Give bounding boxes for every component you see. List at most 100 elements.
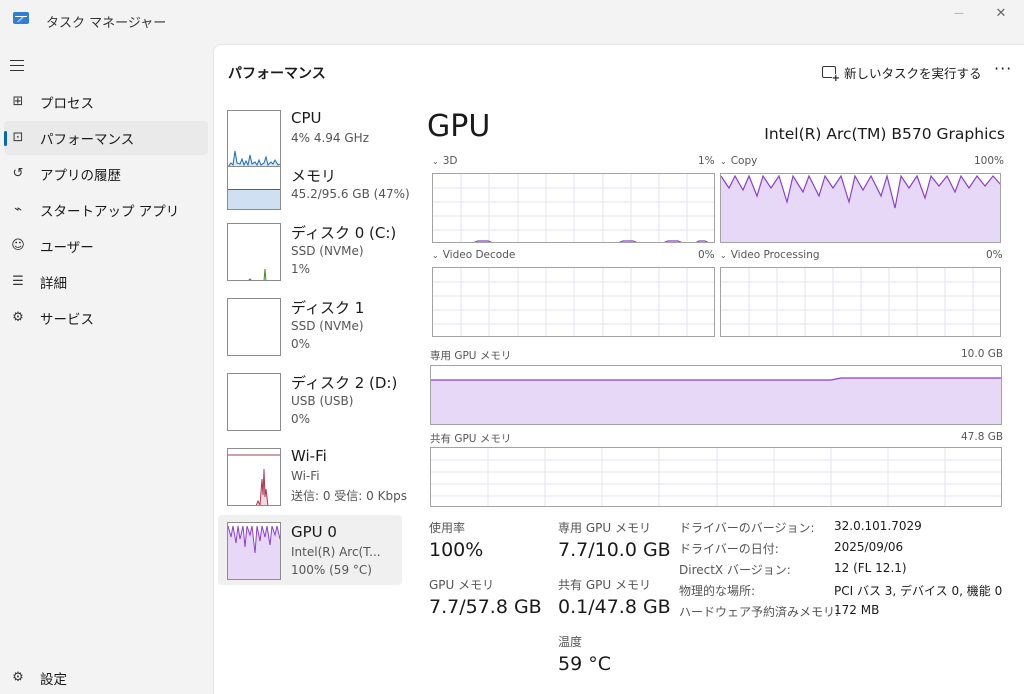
directx-version-value: 12 (FL 12.1) bbox=[834, 561, 907, 575]
graph-copy-value: 100% bbox=[974, 155, 1005, 167]
graph-3d bbox=[432, 173, 715, 243]
graph-video-processing-label[interactable]: ⌄ Video Processing bbox=[720, 249, 820, 261]
shared-memory-stat-value: 0.1/47.8 GB bbox=[558, 596, 671, 618]
device-name: Wi-Fi bbox=[291, 447, 327, 465]
graph-video-decode-label[interactable]: ⌄ Video Decode bbox=[432, 249, 515, 261]
device-usage: 100% (59 °C) bbox=[291, 563, 372, 577]
sidebar-item-label: 詳細 bbox=[40, 276, 67, 292]
sidebar: ⊞ プロセス ⊡ パフォーマンス ↺ アプリの履歴 ⌁ スタートアップ アプリ … bbox=[0, 42, 213, 694]
device-usage: 1% bbox=[291, 262, 311, 276]
page-title: パフォーマンス bbox=[228, 66, 326, 82]
sidebar-item-details[interactable]: ☰ 詳細 bbox=[4, 265, 208, 299]
performance-icon: ⊡ bbox=[12, 130, 24, 145]
graph-video-decode-value: 0% bbox=[698, 249, 715, 261]
utilization-value: 100% bbox=[429, 539, 484, 561]
driver-date-value: 2025/09/06 bbox=[834, 540, 904, 554]
graph-shared-memory bbox=[430, 447, 1002, 507]
device-name: GPU 0 bbox=[291, 523, 337, 541]
device-detail: SSD (NVMe) bbox=[291, 319, 364, 333]
sidebar-item-label: アプリの履歴 bbox=[40, 168, 121, 184]
sidebar-item-label: ユーザー bbox=[40, 240, 94, 256]
sidebar-item-label: プロセス bbox=[40, 96, 94, 112]
device-detail: 45.2/95.6 GB (47%) bbox=[291, 187, 410, 201]
gpu-0-thumbnail-graph bbox=[227, 522, 281, 580]
window-title: タスク マネージャー bbox=[46, 16, 167, 31]
close-icon: ✕ bbox=[995, 5, 1007, 21]
directx-version-label: DirectX バージョン: bbox=[679, 563, 791, 577]
device-detail: SSD (NVMe) bbox=[291, 244, 364, 258]
sidebar-item-performance[interactable]: ⊡ パフォーマンス bbox=[4, 121, 208, 155]
startup-icon: ⌁ bbox=[14, 202, 22, 217]
physical-location-label: 物理的な場所: bbox=[679, 584, 756, 598]
dedicated-memory-stat-label: 専用 GPU メモリ bbox=[558, 521, 651, 535]
device-usage: 0% bbox=[291, 412, 311, 426]
processes-icon: ⊞ bbox=[12, 94, 24, 109]
shared-memory-stat-label: 共有 GPU メモリ bbox=[558, 578, 651, 592]
device-name: CPU bbox=[291, 109, 322, 127]
graph-copy bbox=[720, 173, 1001, 243]
device-usage: 0% bbox=[291, 337, 311, 351]
history-icon: ↺ bbox=[12, 166, 24, 181]
settings-label: 設定 bbox=[40, 672, 67, 688]
graph-3d-engine-name: 3D bbox=[442, 155, 458, 167]
temperature-label: 温度 bbox=[558, 635, 583, 649]
driver-version-label: ドライバーのバージョン: bbox=[679, 521, 815, 535]
hamburger-menu-icon[interactable] bbox=[10, 60, 24, 75]
graph-dedicated-memory-label: 専用 GPU メモリ bbox=[430, 350, 512, 362]
main-panel: パフォーマンス 新しいタスクを実行する ··· CPU 4% 4.94 GHz … bbox=[213, 44, 1024, 694]
graph-video-decode-engine-name: Video Decode bbox=[442, 249, 516, 261]
dedicated-memory-stat-value: 7.7/10.0 GB bbox=[558, 539, 671, 561]
graph-copy-engine-name: Copy bbox=[730, 155, 758, 167]
sidebar-item-label: サービス bbox=[40, 312, 94, 328]
run-task-icon bbox=[822, 66, 840, 83]
run-new-task-button[interactable]: 新しいタスクを実行する bbox=[822, 61, 982, 83]
device-detail: Wi-Fi bbox=[291, 469, 320, 483]
device-title: GPU bbox=[427, 109, 491, 144]
device-detail: USB (USB) bbox=[291, 394, 354, 408]
chevron-down-icon: ⌄ bbox=[432, 157, 439, 166]
gear-icon: ⚙ bbox=[12, 670, 24, 685]
device-disk-1[interactable]: ディスク 1 SSD (NVMe) 0% bbox=[218, 293, 402, 363]
sidebar-item-processes[interactable]: ⊞ プロセス bbox=[4, 85, 208, 119]
gpu-memory-stat-value: 7.7/57.8 GB bbox=[429, 596, 542, 618]
reserved-memory-label: ハードウェア予約済みメモリ: bbox=[679, 605, 840, 619]
more-options-button[interactable]: ··· bbox=[994, 59, 1012, 78]
graph-shared-memory-label: 共有 GPU メモリ bbox=[430, 433, 512, 445]
driver-version-value: 32.0.101.7029 bbox=[834, 519, 922, 533]
physical-location-value: PCI バス 3, デバイス 0, 機能 0 bbox=[834, 584, 1003, 598]
device-gpu-0[interactable]: GPU 0 Intel(R) Arc(T... 100% (59 °C) bbox=[218, 515, 402, 585]
device-name: ディスク 0 (C:) bbox=[291, 224, 397, 242]
device-disk-0[interactable]: ディスク 0 (C:) SSD (NVMe) 1% bbox=[218, 218, 402, 288]
device-usage: 送信: 0 受信: 0 Kbps bbox=[291, 489, 407, 503]
device-name: ディスク 1 bbox=[291, 299, 365, 317]
memory-usage-fill bbox=[228, 189, 280, 209]
reserved-memory-value: 172 MB bbox=[834, 603, 880, 617]
wifi-thumbnail-graph bbox=[227, 448, 281, 506]
sidebar-item-settings[interactable]: ⚙ 設定 bbox=[4, 661, 208, 694]
chevron-down-icon: ⌄ bbox=[432, 251, 439, 260]
device-detail: 4% 4.94 GHz bbox=[291, 131, 370, 145]
memory-thumbnail-graph bbox=[227, 166, 281, 210]
sidebar-item-services[interactable]: ⚙ サービス bbox=[4, 301, 208, 335]
graph-video-decode bbox=[432, 267, 715, 337]
device-name: ディスク 2 (D:) bbox=[291, 374, 398, 392]
temperature-value: 59 °C bbox=[558, 653, 611, 675]
device-detail: Intel(R) Arc(T... bbox=[291, 545, 381, 559]
sidebar-item-users[interactable]: ☺ ユーザー bbox=[4, 229, 208, 263]
sidebar-item-label: パフォーマンス bbox=[40, 132, 135, 148]
driver-date-label: ドライバーの日付: bbox=[679, 542, 779, 556]
graph-3d-label[interactable]: ⌄ 3D bbox=[432, 155, 457, 167]
device-disk-2[interactable]: ディスク 2 (D:) USB (USB) 0% bbox=[218, 368, 402, 438]
graph-video-processing bbox=[720, 267, 1001, 337]
sidebar-item-app-history[interactable]: ↺ アプリの履歴 bbox=[4, 157, 208, 191]
utilization-label: 使用率 bbox=[429, 521, 466, 535]
close-button[interactable]: ✕ bbox=[978, 0, 1024, 26]
task-manager-app-icon bbox=[13, 12, 29, 24]
graph-dedicated-memory-value: 10.0 GB bbox=[961, 348, 1004, 360]
graph-shared-memory-value: 47.8 GB bbox=[961, 431, 1004, 443]
graph-dedicated-memory bbox=[430, 365, 1002, 425]
graph-3d-value: 1% bbox=[698, 155, 715, 167]
device-wifi[interactable]: Wi-Fi Wi-Fi 送信: 0 受信: 0 Kbps bbox=[218, 443, 407, 513]
graph-copy-label[interactable]: ⌄ Copy bbox=[720, 155, 757, 167]
sidebar-item-startup[interactable]: ⌁ スタートアップ アプリ bbox=[4, 193, 208, 227]
